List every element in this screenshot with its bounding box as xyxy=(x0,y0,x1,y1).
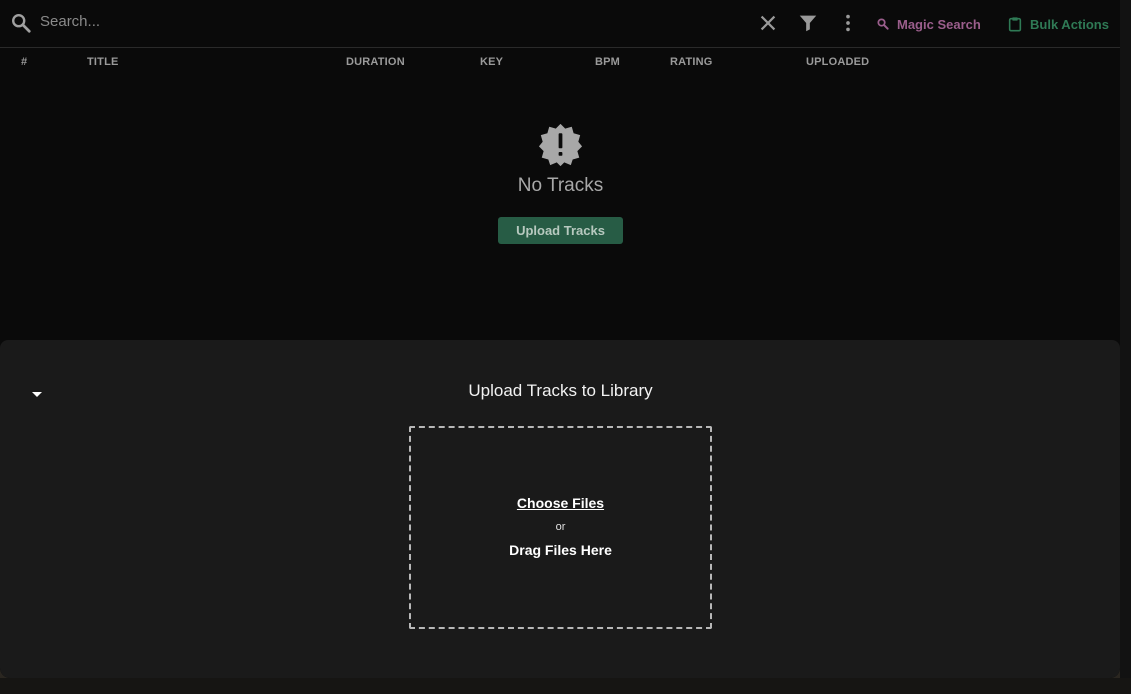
upload-title: Upload Tracks to Library xyxy=(468,381,653,400)
tracks-panel: Magic Search Bulk Actions # TITLE DURATI… xyxy=(0,0,1120,678)
close-icon[interactable] xyxy=(757,12,779,34)
or-label: or xyxy=(555,521,566,533)
magic-search-button[interactable]: Magic Search xyxy=(876,14,981,34)
upload-section: Upload Tracks to Library Choose Files or… xyxy=(0,340,1120,678)
column-key[interactable]: KEY xyxy=(480,56,503,68)
file-dropzone[interactable]: Choose Files or Drag Files Here xyxy=(409,426,712,629)
column-bpm[interactable]: BPM xyxy=(595,56,620,68)
drag-files-label: Drag Files Here xyxy=(509,542,612,558)
choose-files-link[interactable]: Choose Files xyxy=(411,495,710,511)
more-vert-icon[interactable] xyxy=(837,12,859,34)
column-title[interactable]: TITLE xyxy=(87,56,119,68)
side-edge xyxy=(1120,0,1131,678)
table-header: # TITLE DURATION KEY BPM RATING UPLOADED xyxy=(0,48,1120,76)
background-strip xyxy=(0,678,1131,694)
magic-search-icon xyxy=(877,18,889,30)
bulk-actions-button[interactable]: Bulk Actions xyxy=(1007,14,1109,34)
filter-icon[interactable] xyxy=(797,12,819,34)
search-input[interactable] xyxy=(40,9,640,33)
search-icon xyxy=(10,12,32,34)
clipboard-icon xyxy=(1008,17,1022,32)
magic-search-label: Magic Search xyxy=(897,16,981,32)
chevron-down-icon[interactable] xyxy=(30,387,44,397)
alert-badge-icon xyxy=(538,122,583,167)
column-duration[interactable]: DURATION xyxy=(346,56,405,68)
bulk-actions-label: Bulk Actions xyxy=(1030,16,1109,32)
upload-tracks-button[interactable]: Upload Tracks xyxy=(498,217,623,244)
column-number[interactable]: # xyxy=(21,56,27,68)
empty-state-title: No Tracks xyxy=(517,175,604,196)
toolbar: Magic Search Bulk Actions xyxy=(0,0,1120,48)
column-uploaded[interactable]: UPLOADED xyxy=(806,56,869,68)
column-rating[interactable]: RATING xyxy=(670,56,713,68)
app-window: Magic Search Bulk Actions # TITLE DURATI… xyxy=(0,0,1131,694)
